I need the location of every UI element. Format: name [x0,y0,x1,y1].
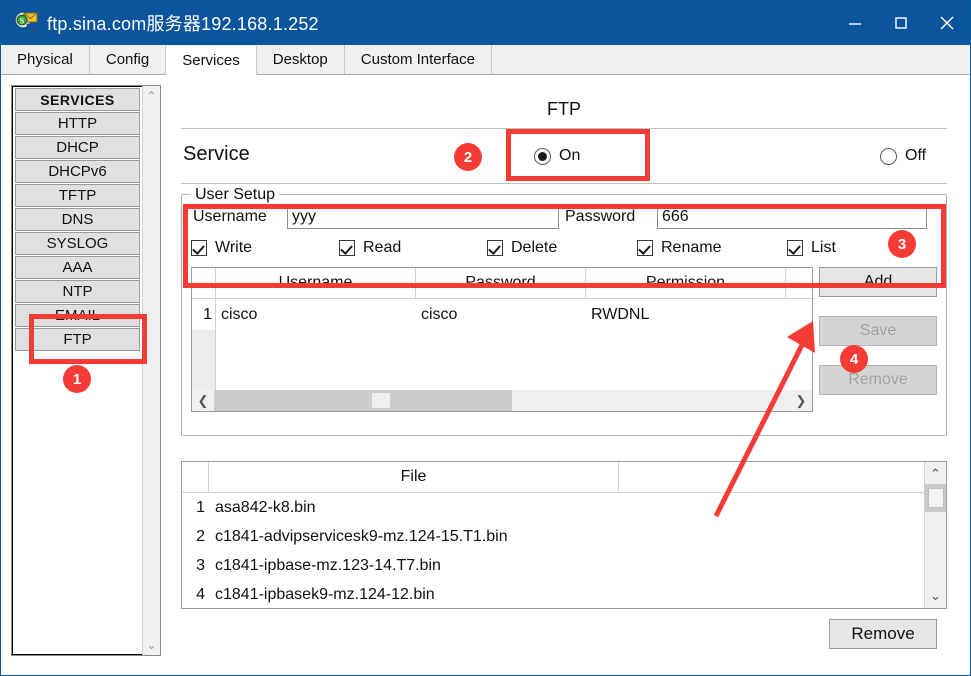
row-index: 1 [192,299,216,330]
tab-bar: Physical Config Services Desktop Custom … [1,45,970,75]
scroll-down-icon[interactable]: ⌄ [146,635,156,655]
file-name: c1841-advipservicesk9-mz.124-15.T1.bin [215,527,508,545]
tab-config[interactable]: Config [89,45,167,74]
annotation-box-ftp [29,314,147,364]
hscroll-thumb[interactable] [372,393,390,408]
annotation-badge-2: 2 [454,143,482,171]
user-setup-legend: User Setup [191,186,280,204]
close-button[interactable] [924,1,970,45]
row-index: 3 [196,556,205,574]
vscroll-thumb[interactable] [928,488,944,508]
sidebar-item-dhcpv6[interactable]: DHCPv6 [15,160,140,183]
cell-password: cisco [421,305,458,323]
sidebar-item-aaa[interactable]: AAA [15,256,140,279]
packet-tracer-device-window: S ftp.sina.com服务器192.168.1.252 Physical … [0,0,971,676]
tab-physical[interactable]: Physical [1,45,90,74]
sidebar-item-ntp[interactable]: NTP [15,280,140,303]
annotation-badge-4: 4 [840,345,868,373]
remove-user-button[interactable]: Remove [819,365,937,395]
file-list-header: File [182,462,946,493]
annotation-badge-1: 1 [63,365,91,393]
tab-services[interactable]: Services [166,46,257,75]
services-list-header: SERVICES [15,88,140,111]
sidebar-scrollbar[interactable]: ⌃ ⌄ [142,86,160,655]
annotation-box-service-on [506,129,650,181]
window-controls [832,1,970,45]
list-item[interactable]: 3 c1841-ipbase-mz.123-14.T7.bin [182,551,946,580]
scroll-left-icon[interactable]: ❮ [192,390,214,411]
radio-off-icon[interactable] [880,147,897,165]
sidebar-item-dhcp[interactable]: DHCP [15,136,140,159]
server-magnifier-icon: S [13,10,39,36]
minimize-button[interactable] [832,1,878,45]
file-name: c1841-ipbasek9-mz.124-12.bin [215,585,435,603]
column-header-file: File [209,462,619,492]
hscroll-fill [214,390,512,411]
file-list: File 1 asa842-k8.bin 2 c1841-advipservic… [181,461,947,609]
list-item[interactable]: 1 asa842-k8.bin [182,493,946,522]
file-name: c1841-ipbase-mz.123-14.T7.bin [215,556,441,574]
annotation-box-user-setup [183,204,946,288]
file-list-vscrollbar[interactable]: ⌃ ⌄ [924,462,946,608]
window-title: ftp.sina.com服务器192.168.1.252 [47,14,319,34]
cell-username: cisco [221,305,258,323]
page-title: FTP [547,99,581,119]
divider-bottom [181,183,947,184]
svg-text:S: S [20,17,25,26]
annotation-arrow-to-add-button [713,321,815,518]
scroll-up-icon[interactable]: ⌃ [930,462,941,486]
sidebar-item-http[interactable]: HTTP [15,112,140,135]
sidebar-item-tftp[interactable]: TFTP [15,184,140,207]
tab-desktop[interactable]: Desktop [256,45,345,74]
service-radio-off[interactable]: Off [880,147,926,165]
list-item[interactable]: 2 c1841-advipservicesk9-mz.124-15.T1.bin [182,522,946,551]
sidebar-item-dns[interactable]: DNS [15,208,140,231]
tab-custom-interface[interactable]: Custom Interface [344,45,492,74]
list-item[interactable]: 4 c1841-ipbasek9-mz.124-12.bin [182,580,946,608]
radio-off-label: Off [905,147,927,164]
row-index: 4 [196,585,205,603]
file-name: asa842-k8.bin [215,498,316,516]
save-button[interactable]: Save [819,316,937,346]
scroll-up-icon[interactable]: ⌃ [146,86,156,106]
row-index: 1 [196,498,205,516]
service-label: Service [183,143,250,165]
scroll-down-icon[interactable]: ⌄ [930,584,941,608]
row-index: 2 [196,527,205,545]
remove-file-button[interactable]: Remove [829,619,937,649]
title-bar: S ftp.sina.com服务器192.168.1.252 [1,1,970,45]
annotation-badge-3: 3 [888,230,916,258]
maximize-button[interactable] [878,1,924,45]
sidebar-item-syslog[interactable]: SYSLOG [15,232,140,255]
